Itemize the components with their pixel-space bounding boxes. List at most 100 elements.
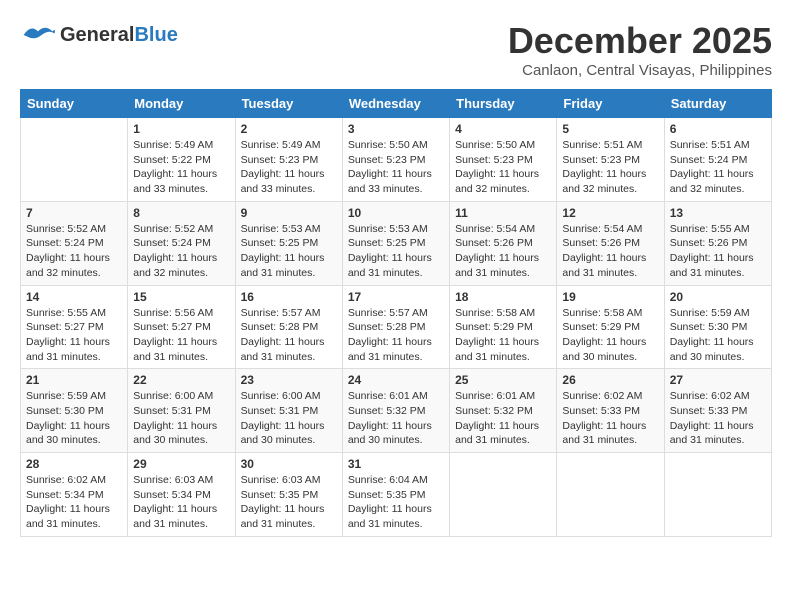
day-info: Sunrise: 5:49 AM Sunset: 5:23 PM Dayligh… <box>241 138 337 197</box>
calendar-cell: 3 Sunrise: 5:50 AM Sunset: 5:23 PM Daylig… <box>342 118 449 202</box>
day-info: Sunrise: 6:02 AM Sunset: 5:33 PM Dayligh… <box>670 389 766 448</box>
logo-text-block: GeneralBlue <box>60 24 178 46</box>
day-info: Sunrise: 5:59 AM Sunset: 5:30 PM Dayligh… <box>26 389 122 448</box>
calendar-cell: 5Sunrise: 5:51 AM Sunset: 5:23 PM Daylig… <box>557 118 664 202</box>
day-number: 15 <box>133 290 229 304</box>
calendar-cell: 24Sunrise: 6:01 AM Sunset: 5:32 PM Dayli… <box>342 369 449 453</box>
calendar-week-row: 1 Sunrise: 5:49 AM Sunset: 5:22 PM Daylig… <box>21 118 772 202</box>
day-info: Sunrise: 5:54 AM Sunset: 5:26 PM Dayligh… <box>455 222 551 281</box>
weekday-header-wednesday: Wednesday <box>342 90 449 118</box>
day-number: 18 <box>455 290 551 304</box>
day-number: 29 <box>133 457 229 471</box>
day-info: Sunrise: 6:02 AM Sunset: 5:33 PM Dayligh… <box>562 389 658 448</box>
calendar-cell: 18 Sunrise: 5:58 AM Sunset: 5:29 PM Dayli… <box>450 285 557 369</box>
day-info: Sunrise: 5:50 AM Sunset: 5:23 PM Dayligh… <box>348 138 444 197</box>
calendar-cell: 13 Sunrise: 5:55 AM Sunset: 5:26 PM Dayli… <box>664 201 771 285</box>
day-info: Sunrise: 5:51 AM Sunset: 5:23 PM Dayligh… <box>562 138 658 197</box>
weekday-header-saturday: Saturday <box>664 90 771 118</box>
calendar-week-row: 21 Sunrise: 5:59 AM Sunset: 5:30 PM Dayli… <box>21 369 772 453</box>
calendar-cell: 2 Sunrise: 5:49 AM Sunset: 5:23 PM Daylig… <box>235 118 342 202</box>
calendar-cell: 21 Sunrise: 5:59 AM Sunset: 5:30 PM Dayli… <box>21 369 128 453</box>
day-info: Sunrise: 5:56 AM Sunset: 5:27 PM Dayligh… <box>133 306 229 365</box>
day-info: Sunrise: 5:52 AM Sunset: 5:24 PM Dayligh… <box>26 222 122 281</box>
page-header: GeneralBlue December 2025 Canlaon, Centr… <box>20 20 772 79</box>
calendar-cell: 11 Sunrise: 5:54 AM Sunset: 5:26 PM Dayli… <box>450 201 557 285</box>
calendar-cell: 15 Sunrise: 5:56 AM Sunset: 5:27 PM Dayli… <box>128 285 235 369</box>
weekday-header-thursday: Thursday <box>450 90 557 118</box>
month-title: December 2025 <box>508 20 772 62</box>
day-info: Sunrise: 5:50 AM Sunset: 5:23 PM Dayligh… <box>455 138 551 197</box>
calendar-header-row: SundayMondayTuesdayWednesdayThursdayFrid… <box>21 90 772 118</box>
day-number: 13 <box>670 206 766 220</box>
day-number: 2 <box>241 122 337 136</box>
weekday-header-sunday: Sunday <box>21 90 128 118</box>
day-info: Sunrise: 6:03 AM Sunset: 5:34 PM Dayligh… <box>133 473 229 532</box>
day-info: Sunrise: 5:49 AM Sunset: 5:22 PM Dayligh… <box>133 138 229 197</box>
calendar-cell <box>450 453 557 537</box>
weekday-header-friday: Friday <box>557 90 664 118</box>
calendar-cell: 10Sunrise: 5:53 AM Sunset: 5:25 PM Dayli… <box>342 201 449 285</box>
calendar-cell: 7 Sunrise: 5:52 AM Sunset: 5:24 PM Daylig… <box>21 201 128 285</box>
calendar-cell: 28Sunrise: 6:02 AM Sunset: 5:34 PM Dayli… <box>21 453 128 537</box>
day-number: 11 <box>455 206 551 220</box>
day-number: 6 <box>670 122 766 136</box>
calendar-cell: 4 Sunrise: 5:50 AM Sunset: 5:23 PM Daylig… <box>450 118 557 202</box>
day-info: Sunrise: 5:58 AM Sunset: 5:29 PM Dayligh… <box>562 306 658 365</box>
day-number: 16 <box>241 290 337 304</box>
weekday-header-monday: Monday <box>128 90 235 118</box>
calendar-cell: 17Sunrise: 5:57 AM Sunset: 5:28 PM Dayli… <box>342 285 449 369</box>
location-title: Canlaon, Central Visayas, Philippines <box>508 62 772 79</box>
day-number: 23 <box>241 373 337 387</box>
weekday-header-tuesday: Tuesday <box>235 90 342 118</box>
calendar-cell: 9 Sunrise: 5:53 AM Sunset: 5:25 PM Daylig… <box>235 201 342 285</box>
day-number: 7 <box>26 206 122 220</box>
day-number: 30 <box>241 457 337 471</box>
day-number: 21 <box>26 373 122 387</box>
calendar-cell: 20Sunrise: 5:59 AM Sunset: 5:30 PM Dayli… <box>664 285 771 369</box>
day-info: Sunrise: 5:55 AM Sunset: 5:26 PM Dayligh… <box>670 222 766 281</box>
day-number: 24 <box>348 373 444 387</box>
calendar-cell <box>557 453 664 537</box>
day-number: 25 <box>455 373 551 387</box>
calendar-cell: 29 Sunrise: 6:03 AM Sunset: 5:34 PM Dayli… <box>128 453 235 537</box>
day-number: 8 <box>133 206 229 220</box>
day-number: 20 <box>670 290 766 304</box>
calendar-cell: 1 Sunrise: 5:49 AM Sunset: 5:22 PM Daylig… <box>128 118 235 202</box>
day-number: 3 <box>348 122 444 136</box>
day-number: 14 <box>26 290 122 304</box>
calendar-cell: 27Sunrise: 6:02 AM Sunset: 5:33 PM Dayli… <box>664 369 771 453</box>
day-number: 22 <box>133 373 229 387</box>
calendar-cell: 16 Sunrise: 5:57 AM Sunset: 5:28 PM Dayli… <box>235 285 342 369</box>
calendar-cell <box>664 453 771 537</box>
day-info: Sunrise: 5:54 AM Sunset: 5:26 PM Dayligh… <box>562 222 658 281</box>
calendar-week-row: 28Sunrise: 6:02 AM Sunset: 5:34 PM Dayli… <box>21 453 772 537</box>
calendar-cell: 26 Sunrise: 6:02 AM Sunset: 5:33 PM Dayli… <box>557 369 664 453</box>
day-info: Sunrise: 5:53 AM Sunset: 5:25 PM Dayligh… <box>348 222 444 281</box>
day-number: 19 <box>562 290 658 304</box>
calendar-table: SundayMondayTuesdayWednesdayThursdayFrid… <box>20 89 772 537</box>
calendar-cell: 25Sunrise: 6:01 AM Sunset: 5:32 PM Dayli… <box>450 369 557 453</box>
calendar-cell: 22 Sunrise: 6:00 AM Sunset: 5:31 PM Dayli… <box>128 369 235 453</box>
day-info: Sunrise: 5:55 AM Sunset: 5:27 PM Dayligh… <box>26 306 122 365</box>
logo-general: GeneralBlue <box>60 24 178 46</box>
calendar-week-row: 7 Sunrise: 5:52 AM Sunset: 5:24 PM Daylig… <box>21 201 772 285</box>
day-info: Sunrise: 6:02 AM Sunset: 5:34 PM Dayligh… <box>26 473 122 532</box>
day-number: 9 <box>241 206 337 220</box>
calendar-cell: 12 Sunrise: 5:54 AM Sunset: 5:26 PM Dayli… <box>557 201 664 285</box>
calendar-cell: 6Sunrise: 5:51 AM Sunset: 5:24 PM Daylig… <box>664 118 771 202</box>
day-info: Sunrise: 6:00 AM Sunset: 5:31 PM Dayligh… <box>241 389 337 448</box>
calendar-cell: 19 Sunrise: 5:58 AM Sunset: 5:29 PM Dayli… <box>557 285 664 369</box>
day-info: Sunrise: 5:53 AM Sunset: 5:25 PM Dayligh… <box>241 222 337 281</box>
day-number: 31 <box>348 457 444 471</box>
day-info: Sunrise: 6:00 AM Sunset: 5:31 PM Dayligh… <box>133 389 229 448</box>
day-info: Sunrise: 5:58 AM Sunset: 5:29 PM Dayligh… <box>455 306 551 365</box>
day-info: Sunrise: 6:04 AM Sunset: 5:35 PM Dayligh… <box>348 473 444 532</box>
day-number: 4 <box>455 122 551 136</box>
day-number: 1 <box>133 122 229 136</box>
day-info: Sunrise: 5:57 AM Sunset: 5:28 PM Dayligh… <box>348 306 444 365</box>
day-number: 26 <box>562 373 658 387</box>
day-info: Sunrise: 6:03 AM Sunset: 5:35 PM Dayligh… <box>241 473 337 532</box>
day-info: Sunrise: 5:57 AM Sunset: 5:28 PM Dayligh… <box>241 306 337 365</box>
day-number: 12 <box>562 206 658 220</box>
calendar-week-row: 14 Sunrise: 5:55 AM Sunset: 5:27 PM Dayli… <box>21 285 772 369</box>
